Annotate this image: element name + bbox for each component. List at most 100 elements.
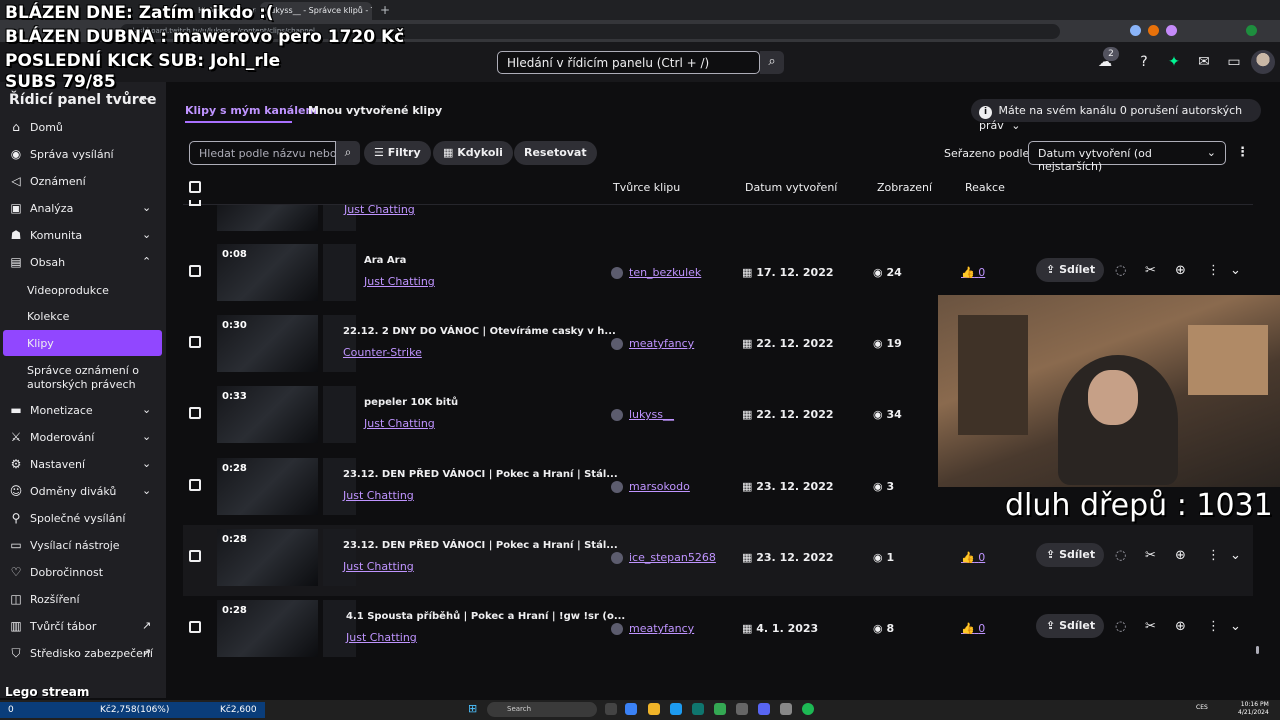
clip-game-link[interactable]: Just Chatting [344,203,415,216]
chevron-down-icon[interactable]: ⌄ [1230,548,1241,563]
browser-tab-active[interactable]: lukyss__ - Správce klipů - T... [260,2,372,20]
sidebar-item-stream-manager[interactable]: ◉ Správa vysílání [0,142,166,168]
chrome-icon[interactable] [714,703,726,715]
clip-thumbnail[interactable] [217,205,318,231]
collapse-sidebar-icon[interactable]: ⇤ [140,92,151,107]
row-checkbox[interactable] [189,621,201,633]
app-icon[interactable] [625,703,637,715]
column-reactions[interactable]: Reakce [965,181,1005,194]
sidebar-item-collab[interactable]: ⚲ Společné vysílání [0,506,166,532]
creator-link[interactable]: lukyss__ [629,408,674,421]
tab-clips-of-my-channel[interactable]: Klipy s mým kanálem [185,104,317,117]
more-options-icon[interactable]: ⋮ [1236,145,1249,160]
spark-icon[interactable]: ✦ [1166,54,1182,70]
clip-game-link[interactable]: Just Chatting [364,417,435,430]
sidebar-item-monetization[interactable]: ▬ Monetizace ⌄ [0,398,166,424]
add-circle-icon[interactable]: ⊕ [1175,548,1186,563]
sort-select[interactable]: Datum vytvoření (od nejstarších) ⌄ [1028,141,1226,173]
row-checkbox[interactable] [189,550,201,562]
sidebar-item-safety-center[interactable]: ⛉ Středisko zabezpečení ↗ [0,641,166,667]
taskbar-search[interactable]: Search [487,702,597,717]
sidebar-item-community[interactable]: ☗ Komunita ⌄ [0,223,166,249]
add-circle-icon[interactable]: ⊕ [1175,619,1186,634]
tab-clips-created-by-me[interactable]: Mnou vytvořené klipy [308,104,442,117]
scrollbar[interactable] [1256,646,1259,654]
windows-start-icon[interactable]: ⊞ [468,703,480,715]
filters-button[interactable]: ☰ Filtry [364,141,431,165]
system-clock[interactable]: 10:16 PM 4/21/2024 [1238,701,1269,717]
clip-reactions[interactable]: 👍 0 [961,622,985,635]
sidebar-item-extensions[interactable]: ◫ Rozšíření [0,587,166,613]
share-button[interactable]: ⇪ Sdílet [1036,614,1104,638]
row-checkbox[interactable] [189,336,201,348]
row-checkbox[interactable] [189,265,201,277]
select-all-checkbox[interactable] [189,181,201,193]
clip-game-link[interactable]: Just Chatting [343,489,414,502]
search-icon[interactable]: ⌕ [760,51,784,74]
clip-reactions[interactable]: 👍 0 [961,551,985,564]
spotify-icon[interactable] [802,703,814,715]
creator-link[interactable]: meatyfancy [629,622,694,635]
loop-icon[interactable]: ◌ [1115,263,1126,278]
kebab-menu-icon[interactable]: ⋮ [1207,263,1220,278]
profile-icon[interactable] [1246,25,1257,36]
creator-link[interactable]: ten_bezkulek [629,266,701,279]
clip-reactions[interactable]: 👍 0 [961,266,985,279]
sidebar-item-content[interactable]: ▤ Obsah ⌃ [0,250,166,276]
date-range-button[interactable]: ▦ Kdykoli [433,141,513,165]
extension-icon[interactable] [1148,25,1159,36]
loop-icon[interactable]: ◌ [1115,619,1126,634]
sidebar-item-notifications[interactable]: ◁ Oznámení [0,169,166,195]
kebab-menu-icon[interactable]: ⋮ [1207,548,1220,563]
scissors-icon[interactable]: ✂ [1145,619,1156,634]
chevron-down-icon[interactable]: ⌄ [1230,263,1241,278]
extension-icon[interactable] [1130,25,1141,36]
app-icon[interactable] [780,703,792,715]
task-view-icon[interactable] [605,703,617,715]
extension-icon[interactable] [1166,25,1177,36]
sidebar-item-home[interactable]: ⌂ Domů [0,115,166,141]
sidebar-item-analytics[interactable]: ▣ Analýza ⌄ [0,196,166,222]
scissors-icon[interactable]: ✂ [1145,548,1156,563]
creator-link[interactable]: marsokodo [629,480,690,493]
sidebar-item-copyright-manager[interactable]: Správce oznámení o [27,364,139,377]
clip-game-link[interactable]: Just Chatting [364,275,435,288]
row-checkbox[interactable] [189,407,201,419]
share-button[interactable]: ⇪ Sdílet [1036,543,1104,567]
sidebar-item-clips[interactable]: Klipy [27,337,54,350]
help-icon[interactable]: ? [1136,54,1152,70]
user-avatar[interactable] [1251,50,1275,74]
clip-search-input[interactable]: Hledat podle názvu nebo l [189,141,336,165]
sidebar-item-settings[interactable]: ⚙ Nastavení ⌄ [0,452,166,478]
copyright-notice[interactable]: i Máte na svém kanálu 0 porušení autorsk… [971,99,1261,132]
clip-game-link[interactable]: Just Chatting [346,631,417,644]
whispers-icon[interactable]: ▭ [1226,54,1242,70]
new-tab-button[interactable]: + [380,3,390,17]
row-checkbox[interactable] [189,200,201,206]
column-views[interactable]: Zobrazení [877,181,932,194]
sidebar-item-broadcast-tools[interactable]: ▭ Vysílací nástroje [0,533,166,559]
sidebar-item-charity[interactable]: ♡ Dobročinnost [0,560,166,586]
creator-link[interactable]: ice_stepan5268 [629,551,716,564]
column-date[interactable]: Datum vytvoření [745,181,837,194]
chevron-down-icon[interactable]: ⌄ [1230,619,1241,634]
sidebar-item-collections[interactable]: Kolekce [27,310,69,323]
search-icon[interactable]: ⌕ [336,141,360,165]
clip-game-link[interactable]: Just Chatting [343,560,414,573]
sidebar-item-viewer-rewards[interactable]: ☺ Odměny diváků ⌄ [0,479,166,505]
reset-button[interactable]: Resetovat [514,141,597,165]
loop-icon[interactable]: ◌ [1115,548,1126,563]
sidebar-item-video-producer[interactable]: Videoprodukce [27,284,109,297]
scissors-icon[interactable]: ✂ [1145,263,1156,278]
column-creator[interactable]: Tvůrce klipu [613,181,680,194]
discord-icon[interactable] [758,703,770,715]
sidebar-item-moderation[interactable]: ⚔ Moderování ⌄ [0,425,166,451]
dashboard-search-input[interactable]: Hledání v řídicím panelu (Ctrl + /) [497,51,760,74]
app-icon[interactable] [736,703,748,715]
edge-icon[interactable] [670,703,682,715]
row-checkbox[interactable] [189,479,201,491]
inbox-icon[interactable]: ✉ [1196,54,1212,70]
clip-game-link[interactable]: Counter-Strike [343,346,422,359]
file-explorer-icon[interactable] [648,703,660,715]
add-circle-icon[interactable]: ⊕ [1175,263,1186,278]
